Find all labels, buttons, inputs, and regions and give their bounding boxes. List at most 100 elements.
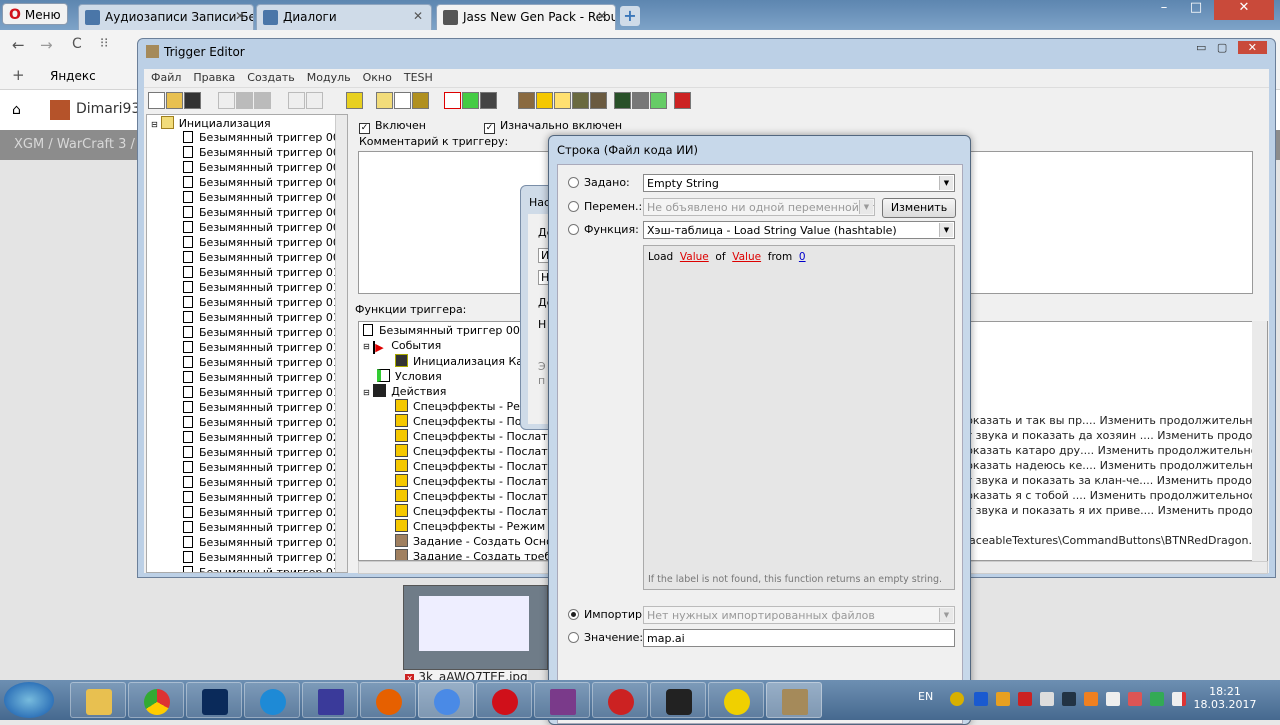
param-value-1[interactable]: Value <box>680 251 709 263</box>
taskbar-photoshop[interactable] <box>186 682 242 718</box>
initially-on-checkbox[interactable]: ✓ Изначально включен <box>484 119 622 134</box>
tree-actions-node[interactable]: ⊟ Действия <box>363 384 446 399</box>
trigger-item[interactable]: Безымянный триггер 024 <box>183 476 347 491</box>
trigger-item[interactable]: Безымянный триггер 010 <box>183 266 347 281</box>
tesh-icon[interactable] <box>674 92 691 109</box>
add-bookmark-icon[interactable]: + <box>12 66 25 84</box>
taskbar-red-app[interactable] <box>592 682 648 718</box>
taskbar-chrome-2[interactable] <box>418 682 474 718</box>
taskbar-floppy[interactable] <box>302 682 358 718</box>
tab-jass[interactable]: Jass New Gen Pack - Rebu ✕ <box>436 4 616 30</box>
nvidia-icon[interactable] <box>1150 692 1164 706</box>
condition-icon[interactable] <box>462 92 479 109</box>
function-radio[interactable] <box>568 224 579 235</box>
tab-audio[interactable]: Аудиозаписи Записи Бел ✕ <box>78 4 254 30</box>
unit-icon[interactable] <box>572 92 589 109</box>
tray-app2-icon[interactable] <box>1018 692 1032 706</box>
action-center-icon[interactable] <box>1172 692 1186 706</box>
taskbar-garena-plus[interactable] <box>708 682 764 718</box>
close-button[interactable]: ✕ <box>1214 0 1274 20</box>
taskbar-explorer[interactable] <box>70 682 126 718</box>
trigger-item[interactable]: Безымянный триггер 016 <box>183 356 347 371</box>
opera-menu-button[interactable]: O Меню <box>2 3 68 25</box>
window-controls[interactable]: ▭ ▢ ✕ <box>1196 41 1267 54</box>
volume-icon[interactable] <box>1040 692 1054 706</box>
close-icon[interactable]: ✕ <box>597 9 607 23</box>
trigger-item[interactable]: Безымянный триггер 014 <box>183 326 347 341</box>
trigger-item[interactable]: Безымянный триггер 029 <box>183 551 347 566</box>
network-icon[interactable] <box>1128 692 1142 706</box>
image-thumbnail[interactable] <box>403 585 548 670</box>
text-icon[interactable] <box>536 92 553 109</box>
terrain-icon[interactable] <box>518 92 535 109</box>
change-button[interactable]: Изменить <box>882 198 956 218</box>
power-icon[interactable] <box>1106 692 1120 706</box>
import-select[interactable]: Нет нужных импортированных файлов ▼ <box>643 606 955 624</box>
trigger-item[interactable]: Безымянный триггер 004 <box>183 176 347 191</box>
maximize-button[interactable]: □ <box>1182 0 1210 20</box>
undo-icon[interactable] <box>288 92 305 109</box>
sound-icon[interactable] <box>554 92 571 109</box>
function-tree-vscrollbar[interactable] <box>1252 321 1267 561</box>
trigger-item[interactable]: Безымянный триггер 003 <box>183 161 347 176</box>
trigger-item[interactable]: Безымянный триггер 017 <box>183 371 347 386</box>
cut-icon[interactable] <box>218 92 235 109</box>
ai-icon[interactable] <box>614 92 631 109</box>
language-indicator[interactable]: EN <box>918 690 933 703</box>
taskbar-winrar[interactable] <box>534 682 590 718</box>
value-input[interactable] <box>643 629 955 647</box>
taskbar-chrome[interactable] <box>128 682 184 718</box>
event-icon[interactable] <box>444 92 461 109</box>
value-radio[interactable] <box>568 632 579 643</box>
trigger-item[interactable]: Безымянный триггер 011 <box>183 281 347 296</box>
trigger-item[interactable]: Безымянный триггер 025 <box>183 491 347 506</box>
delete-icon[interactable] <box>346 92 363 109</box>
menu-file[interactable]: Файл <box>144 69 186 84</box>
garena-tray-icon[interactable] <box>950 692 964 706</box>
trigger-item[interactable]: Безымянный триггер 001 <box>183 131 347 146</box>
tray-app-icon[interactable] <box>996 692 1010 706</box>
trigger-item[interactable]: Безымянный триггер 002 <box>183 146 347 161</box>
minimize-button[interactable]: – <box>1150 0 1178 20</box>
reload-icon[interactable]: C <box>72 36 82 52</box>
variable-radio[interactable] <box>568 201 579 212</box>
preset-radio[interactable] <box>568 177 579 188</box>
start-button[interactable] <box>4 682 54 718</box>
object-icon[interactable] <box>590 92 607 109</box>
test-icon[interactable] <box>650 92 667 109</box>
paste-icon[interactable] <box>254 92 271 109</box>
trigger-item[interactable]: Безымянный триггер 030 <box>183 566 347 572</box>
trigger-item[interactable]: Безымянный триггер 005 <box>183 191 347 206</box>
taskbar-opera[interactable] <box>476 682 532 718</box>
trigger-item[interactable]: Безымянный триггер 006 <box>183 206 347 221</box>
open-icon[interactable] <box>166 92 183 109</box>
import-radio[interactable] <box>568 609 579 620</box>
trigger-item[interactable]: Безымянный триггер 018 <box>183 386 347 401</box>
trigger-item[interactable]: Безымянный триггер 020 <box>183 416 347 431</box>
copy-icon[interactable] <box>236 92 253 109</box>
menu-edit[interactable]: Правка <box>186 69 240 84</box>
display-icon[interactable] <box>1062 692 1076 706</box>
variable-select[interactable]: Не объявлено ни одной переменной этого т… <box>643 198 875 216</box>
home-icon[interactable]: ⌂ <box>12 102 21 118</box>
menu-module[interactable]: Модуль <box>300 69 356 84</box>
trigger-item[interactable]: Безымянный триггер 028 <box>183 536 347 551</box>
param-hashtable[interactable]: 0 <box>799 251 806 263</box>
new-comment-icon[interactable] <box>412 92 429 109</box>
back-icon[interactable]: ← <box>12 36 25 54</box>
forward-icon[interactable]: → <box>40 36 53 54</box>
taskbar-app[interactable] <box>244 682 300 718</box>
new-trigger-icon[interactable] <box>394 92 411 109</box>
trigger-item[interactable]: Безымянный триггер 012 <box>183 296 347 311</box>
tree-events-node[interactable]: ⊟ ▶ События <box>363 339 441 354</box>
trigger-item[interactable]: Безымянный триггер 009 <box>183 251 347 266</box>
save-icon[interactable] <box>184 92 201 109</box>
trigger-item[interactable]: Безымянный триггер 013 <box>183 311 347 326</box>
tree-conditions-node[interactable]: Условия <box>377 369 442 384</box>
speed-dial-icon[interactable]: ⁝⁝ <box>100 36 108 51</box>
category-initialization[interactable]: ⊟ Инициализация <box>151 116 271 131</box>
trigger-item[interactable]: Безымянный триггер 022 <box>183 446 347 461</box>
trigger-item[interactable]: Безымянный триггер 019 <box>183 401 347 416</box>
bookmark-yandex[interactable]: Яндекс <box>50 69 96 83</box>
close-icon[interactable]: ✕ <box>413 9 423 23</box>
